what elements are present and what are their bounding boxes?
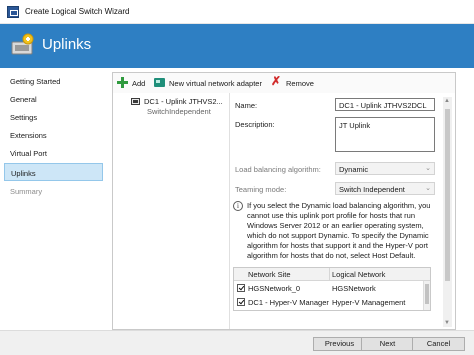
chevron-down-icon: ⌄ <box>425 185 431 192</box>
uplink-port-icon <box>131 98 140 105</box>
teaming-mode-select[interactable]: Switch Independent ⌄ <box>335 182 435 195</box>
nav-item-summary: Summary <box>10 187 43 196</box>
grid-scrollbar[interactable] <box>423 281 430 310</box>
network-site-checkbox[interactable] <box>237 284 245 292</box>
load-balancing-select[interactable]: Dynamic ⌄ <box>335 162 435 175</box>
add-button-label: Add <box>132 79 146 88</box>
teaming-mode-value: Switch Independent <box>339 185 405 194</box>
window-title: Create Logical Switch Wizard <box>25 7 130 16</box>
scroll-up-icon[interactable]: ▲ <box>444 98 450 104</box>
network-site-cell: DC1 - Hyper-V Manager <box>248 298 329 307</box>
page-title: Uplinks <box>42 36 92 53</box>
scroll-down-icon[interactable]: ▼ <box>444 320 450 326</box>
remove-button[interactable]: ✗ Remove <box>271 74 319 90</box>
uplinks-toolbar: Add New virtual network adapter ✗ Remove <box>113 73 455 93</box>
uplink-mode: SwitchIndependent <box>147 107 211 116</box>
nav-item-getting-started[interactable]: Getting Started <box>4 72 103 90</box>
name-label: Name: <box>235 101 258 110</box>
column-header-network-site[interactable]: Network Site <box>248 270 291 279</box>
nav-item-settings[interactable]: Settings <box>4 108 103 126</box>
nav-item-uplinks[interactable]: Uplinks <box>4 163 103 181</box>
load-balancing-label: Load balancing algorithm: <box>235 165 321 174</box>
table-row: DC1 - Hyper-V Manager Hyper-V Management <box>234 296 430 309</box>
name-field[interactable]: DC1 - Uplink JTHVS2DCL <box>335 98 435 111</box>
nav-item-general[interactable]: General <box>4 90 103 108</box>
uplinks-wizard-icon <box>11 33 34 55</box>
table-row: HGSNetwork_0 HGSNetwork <box>234 282 430 295</box>
logical-network-cell: Hyper-V Management <box>332 298 406 307</box>
next-button[interactable]: Next <box>361 337 414 351</box>
description-label: Description: <box>235 120 275 129</box>
teaming-mode-label: Teaming mode: <box>235 185 287 194</box>
nav-item-virtual-port[interactable]: Virtual Port <box>4 144 103 162</box>
description-field[interactable]: JT Uplink <box>335 117 435 152</box>
add-button[interactable]: Add <box>117 77 153 90</box>
network-site-checkbox[interactable] <box>237 298 245 306</box>
wizard-header: Uplinks <box>0 24 474 68</box>
uplink-name: DC1 - Uplink JTHVS2... <box>144 97 223 106</box>
uplinks-panel: Add New virtual network adapter ✗ Remove… <box>112 72 456 330</box>
network-site-grid: Network Site Logical Network HGSNetwork_… <box>233 267 431 311</box>
scrollbar-thumb[interactable] <box>445 109 450 281</box>
remove-button-label: Remove <box>286 79 314 88</box>
uplink-properties-form: Name: DC1 - Uplink JTHVS2DCL Description… <box>231 93 437 329</box>
form-scrollbar[interactable]: ▲ ▼ <box>443 97 452 327</box>
title-bar: Create Logical Switch Wizard <box>0 0 474 24</box>
wizard-footer: Previous Next Cancel <box>0 330 474 355</box>
load-balancing-value: Dynamic <box>339 165 369 174</box>
grid-header: Network Site Logical Network <box>234 268 430 281</box>
remove-icon: ✗ <box>271 74 282 88</box>
info-message: If you select the Dynamic load balancing… <box>247 201 431 260</box>
add-icon <box>117 77 128 88</box>
uplink-list: DC1 - Uplink JTHVS2... SwitchIndependent <box>115 93 230 329</box>
dynamic-algorithm-info: i If you select the Dynamic load balanci… <box>233 201 433 265</box>
cancel-button[interactable]: Cancel <box>412 337 465 351</box>
wizard-steps-sidebar: Getting Started General Settings Extensi… <box>0 68 108 330</box>
app-icon <box>7 6 19 18</box>
new-virtual-network-adapter-button[interactable]: New virtual network adapter <box>154 77 268 90</box>
new-adapter-button-label: New virtual network adapter <box>169 79 262 88</box>
nav-item-extensions[interactable]: Extensions <box>4 126 103 144</box>
chevron-down-icon: ⌄ <box>425 165 431 172</box>
network-site-cell: HGSNetwork_0 <box>248 284 301 293</box>
list-item[interactable]: DC1 - Uplink JTHVS2... SwitchIndependent <box>117 95 227 117</box>
previous-button[interactable]: Previous <box>313 337 366 351</box>
column-header-logical-network[interactable]: Logical Network <box>332 270 385 279</box>
info-icon: i <box>233 201 243 211</box>
logical-network-cell: HGSNetwork <box>332 284 376 293</box>
network-adapter-icon <box>154 78 165 87</box>
